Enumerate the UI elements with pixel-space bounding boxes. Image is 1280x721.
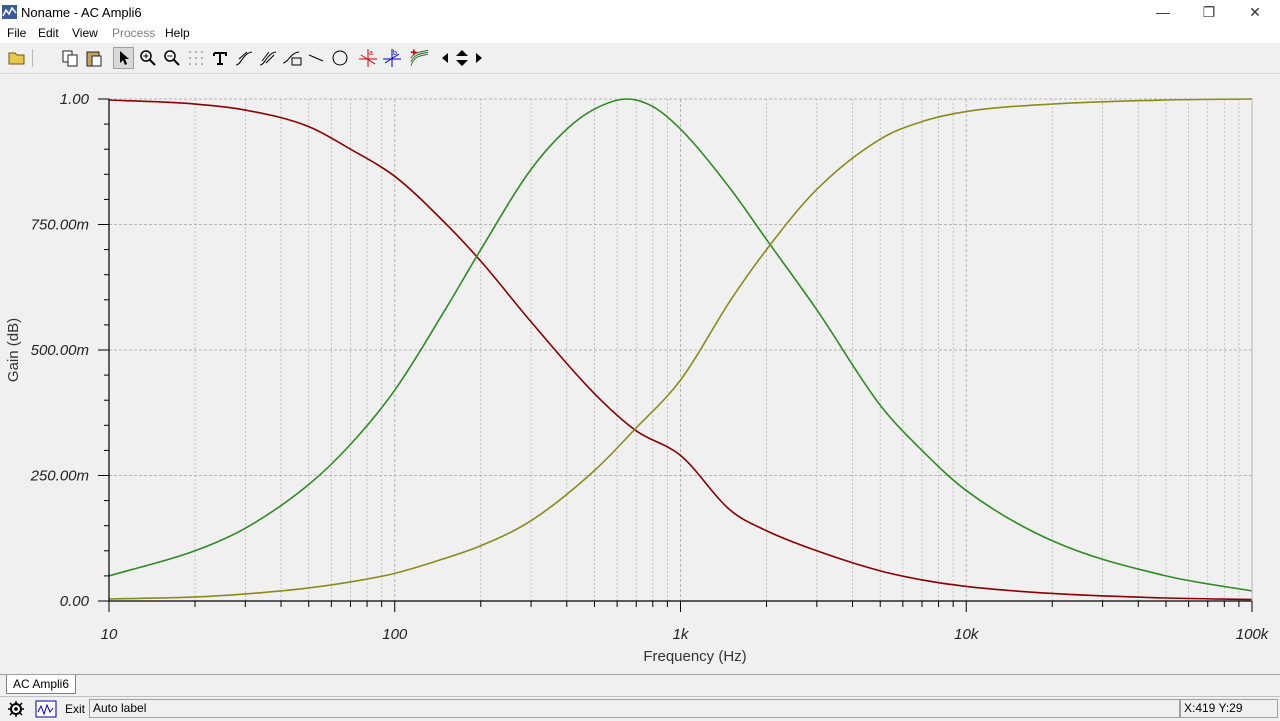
add-curve-icon xyxy=(410,49,429,66)
zoom-out-button[interactable] xyxy=(161,47,182,69)
frequency-response-chart[interactable]: 10 100 1k 10k 100k 0.00 250.00m 500.00m 750.00m… xyxy=(0,74,1280,674)
svg-text:a: a xyxy=(369,50,373,57)
x-tick-label: 1k xyxy=(673,626,690,643)
restore-button[interactable]: ❐ xyxy=(1186,0,1232,24)
copy-icon xyxy=(62,50,77,67)
zoom-out-icon xyxy=(163,50,180,66)
svg-text:b: b xyxy=(393,50,397,57)
left-arrow-button[interactable] xyxy=(438,47,452,69)
waveform-icon xyxy=(35,700,57,718)
cursor-a-icon: a xyxy=(358,49,377,67)
open-button[interactable] xyxy=(6,47,27,69)
x-ticks: 10 100 1k 10k 100k xyxy=(101,601,1270,643)
menu-file[interactable]: File xyxy=(7,26,26,40)
grid-icon xyxy=(188,51,203,65)
y-tick-label: 500.00m xyxy=(31,342,89,359)
toolbar: a b xyxy=(0,43,1280,74)
cursor-b-icon: b xyxy=(382,49,401,67)
y-tick-label: 250.00m xyxy=(30,468,89,485)
menu-edit[interactable]: Edit xyxy=(38,26,59,40)
right-arrow-button[interactable] xyxy=(472,47,486,69)
menu-view[interactable]: View xyxy=(72,26,98,40)
line-button[interactable] xyxy=(305,47,326,69)
ellipse-icon xyxy=(332,50,347,66)
open-icon xyxy=(8,52,24,65)
tab-ac-ampli6[interactable]: AC Ampli6 xyxy=(6,675,77,694)
left-arrow-icon xyxy=(442,53,448,63)
zoom-in-button[interactable] xyxy=(137,47,158,69)
menu-bar: File Edit View Process Help xyxy=(0,24,1280,43)
gear-icon xyxy=(8,701,24,717)
curve-label-2-button[interactable] xyxy=(257,47,278,69)
app-icon xyxy=(2,5,17,19)
title-bar: Noname - AC Ampli6 — ❐ ✕ xyxy=(0,0,1280,24)
y-ticks: 0.00 250.00m 500.00m 750.00m 1.00 xyxy=(30,91,109,610)
paste-icon xyxy=(86,51,101,67)
text-icon xyxy=(212,52,227,65)
status-message: Auto label xyxy=(89,699,1180,718)
grid-button[interactable] xyxy=(185,47,206,69)
curve-label-3-button[interactable] xyxy=(281,47,302,69)
close-button[interactable]: ✕ xyxy=(1232,0,1278,24)
copy-button[interactable] xyxy=(59,47,80,69)
pointer-button[interactable] xyxy=(113,47,134,69)
pointer-icon xyxy=(119,51,129,65)
line-icon xyxy=(308,54,323,62)
x-tick-label: 100 xyxy=(382,626,408,643)
y-tick-label: 750.00m xyxy=(31,217,89,234)
menu-process[interactable]: Process xyxy=(112,26,155,40)
up-down-arrow-button[interactable] xyxy=(452,47,472,69)
y-axis-label: Gain (dB) xyxy=(5,318,22,382)
curve-label-2-icon xyxy=(259,51,276,66)
window-title: Noname - AC Ampli6 xyxy=(21,5,142,20)
right-arrow-icon xyxy=(476,53,482,63)
curve-label-icon xyxy=(235,51,252,66)
coordinate-readout: X:419 Y:29 xyxy=(1180,699,1278,718)
status-bar: Exit Auto label X:419 Y:29 xyxy=(0,696,1280,721)
cursor-b-button[interactable]: b xyxy=(381,47,402,69)
text-button[interactable] xyxy=(209,47,230,69)
paste-button[interactable] xyxy=(83,47,104,69)
y-tick-label: 0.00 xyxy=(60,593,90,610)
x-tick-label: 100k xyxy=(1236,626,1270,643)
tab-strip: AC Ampli6 xyxy=(0,674,1280,695)
cursor-a-button[interactable]: a xyxy=(357,47,378,69)
menu-help[interactable]: Help xyxy=(165,26,190,40)
curve-label-3-icon xyxy=(282,51,301,66)
minimize-button[interactable]: — xyxy=(1140,0,1186,24)
exit-button[interactable]: Exit xyxy=(62,699,88,719)
toolbar-separator xyxy=(32,49,33,67)
x-tick-label: 10 xyxy=(101,626,118,643)
ellipse-button[interactable] xyxy=(329,47,350,69)
settings-button[interactable] xyxy=(4,699,28,719)
curve-label-button[interactable] xyxy=(233,47,254,69)
x-axis-label: Frequency (Hz) xyxy=(643,648,746,665)
chart-area: 10 100 1k 10k 100k 0.00 250.00m 500.00m 750.00m… xyxy=(0,74,1280,674)
up-down-arrow-icon xyxy=(456,50,468,66)
major-grid xyxy=(108,98,1253,602)
series-line-2 xyxy=(108,98,1253,600)
add-curve-button[interactable] xyxy=(409,47,430,69)
zoom-in-icon xyxy=(139,50,156,66)
y-tick-label: 1.00 xyxy=(60,91,90,108)
waveform-button[interactable] xyxy=(33,699,59,719)
x-tick-label: 10k xyxy=(954,626,980,643)
